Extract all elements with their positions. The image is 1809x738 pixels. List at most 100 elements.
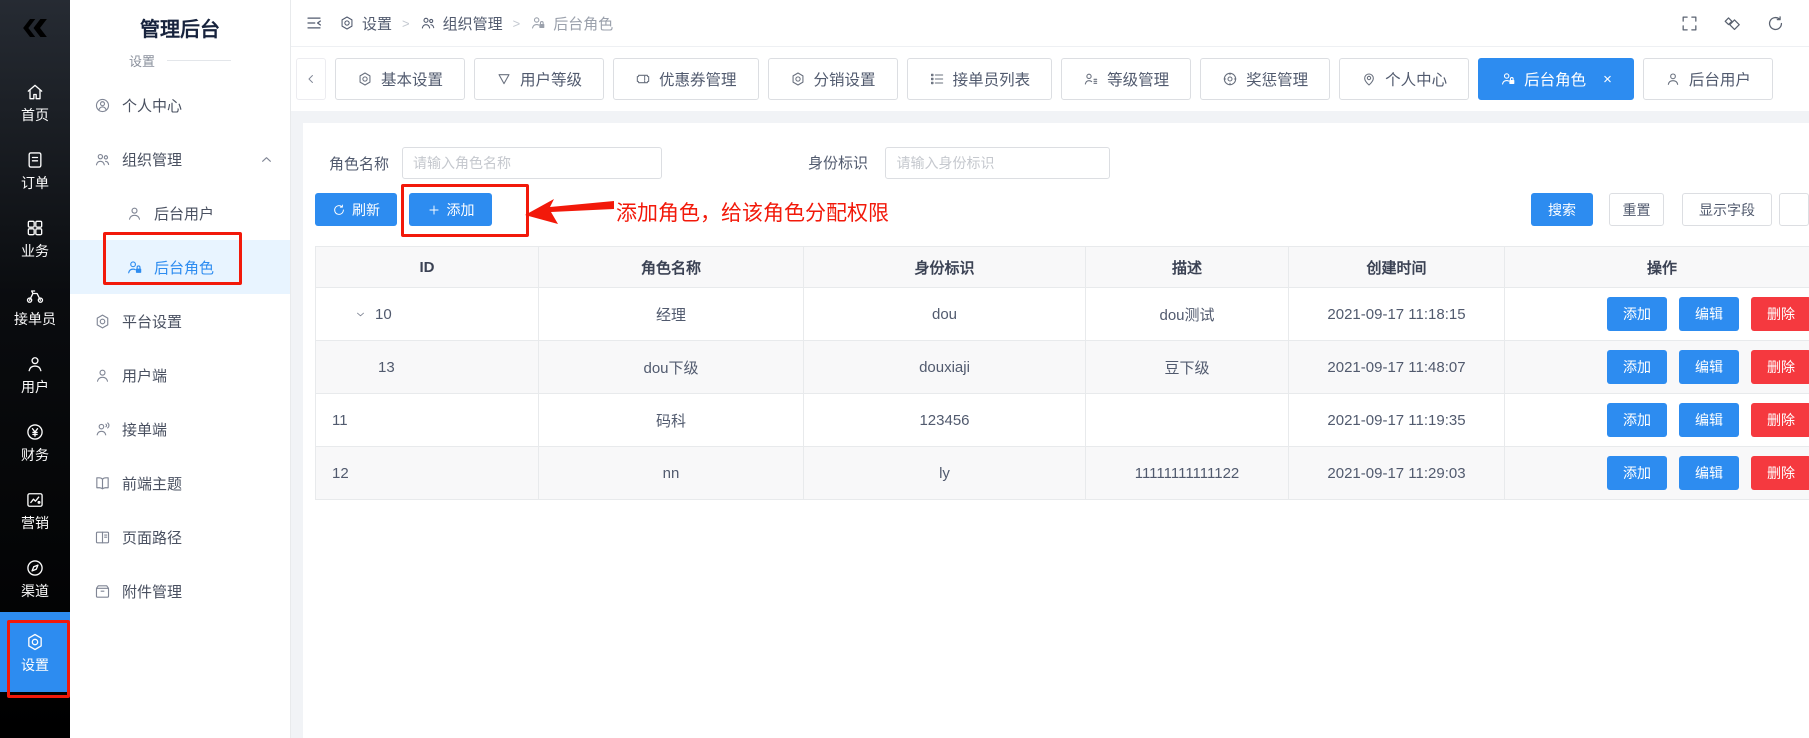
row-delete-button[interactable]: 删除 [1751, 456, 1809, 490]
theme-switch-icon[interactable] [1723, 14, 1742, 33]
column-header: 创建时间 [1289, 247, 1505, 287]
medal-icon [1222, 71, 1238, 87]
chevron-down-icon[interactable] [354, 308, 367, 321]
cell-description: dou测试 [1086, 288, 1289, 340]
plus-icon [427, 203, 441, 217]
sidebar-item-8[interactable]: 页面路径 [70, 510, 290, 564]
row-delete-button[interactable]: 删除 [1751, 350, 1809, 384]
topbar-actions [1680, 14, 1785, 33]
row-edit-button[interactable]: 编辑 [1679, 350, 1739, 384]
tab-1[interactable]: 用户等级 [474, 58, 604, 100]
table-header: ID角色名称身份标识描述创建时间操作 [316, 247, 1809, 287]
tab-8[interactable]: 后台角色 × [1478, 58, 1634, 100]
breadcrumb: 设置 > 组织管理 > 后台角色 [339, 13, 613, 34]
rail-item-8[interactable]: 设置 [0, 612, 70, 692]
clipped-edge-button[interactable] [1779, 193, 1809, 226]
add-button[interactable]: 添加 [409, 193, 492, 226]
sidebar-item-1[interactable]: 组织管理 [70, 132, 290, 186]
cell-role-name: 经理 [539, 288, 804, 340]
rail-item-0[interactable]: 首页 [0, 68, 70, 136]
chevron-left-icon [304, 72, 318, 86]
tab-9[interactable]: 后台用户 [1643, 58, 1773, 100]
role-name-label: 角色名称 [329, 153, 389, 174]
order-icon [25, 150, 45, 170]
sidebar-item-0[interactable]: 个人中心 [70, 78, 290, 132]
chevron-up-icon[interactable] [258, 151, 275, 168]
row-add-button[interactable]: 添加 [1607, 297, 1667, 331]
cell-id: 10 [316, 288, 539, 340]
tab-2[interactable]: 优惠券管理 [613, 58, 759, 100]
gear-icon [790, 71, 806, 87]
table-row: 13 dou下级 douxiaji 豆下级 2021-09-17 11:48:0… [316, 340, 1809, 393]
content: 角色名称 身份标识 刷新 [291, 111, 1809, 738]
row-add-button[interactable]: 添加 [1607, 456, 1667, 490]
row-edit-button[interactable]: 编辑 [1679, 297, 1739, 331]
search-button[interactable]: 搜索 [1531, 193, 1593, 226]
role-name-input[interactable] [402, 147, 662, 179]
row-edit-button[interactable]: 编辑 [1679, 403, 1739, 437]
sidebar-item-5[interactable]: 用户端 [70, 348, 290, 402]
primary-sidebar-items: 首页 订单 业务 接单员 用户 财务 营销 渠道 设置 [0, 56, 70, 692]
row-edit-button[interactable]: 编辑 [1679, 456, 1739, 490]
role-panel: 角色名称 身份标识 刷新 [303, 123, 1809, 738]
user-lock-icon [530, 15, 546, 31]
tab-3[interactable]: 分销设置 [768, 58, 898, 100]
sidebar-menu: 个人中心 组织管理 后台用户 后台角色 平台设置 用户端 接单端 前端主题 页面… [70, 78, 290, 618]
tab-scroll-left-button[interactable] [296, 58, 326, 100]
refresh-icon[interactable] [1766, 14, 1785, 33]
rail-item-5[interactable]: 财务 [0, 408, 70, 476]
row-add-button[interactable]: 添加 [1607, 403, 1667, 437]
roles-table: ID角色名称身份标识描述创建时间操作 10 经理 dou dou测试 2021-… [315, 246, 1809, 500]
identity-input[interactable] [885, 147, 1110, 179]
row-delete-button[interactable]: 删除 [1751, 403, 1809, 437]
app-logo-icon[interactable] [0, 0, 70, 56]
cell-role-name: dou下级 [539, 341, 804, 393]
show-fields-button[interactable]: 显示字段 [1682, 193, 1772, 226]
rail-item-1[interactable]: 订单 [0, 136, 70, 204]
cell-created-time: 2021-09-17 11:29:03 [1289, 447, 1505, 499]
column-header: ID [316, 247, 539, 287]
refresh-icon [332, 203, 346, 217]
sidebar-item-6[interactable]: 接单端 [70, 402, 290, 456]
org-icon [420, 15, 436, 31]
cell-created-time: 2021-09-17 11:48:07 [1289, 341, 1505, 393]
breadcrumb-item-0[interactable]: 设置 [339, 13, 392, 34]
filter-row: 角色名称 身份标识 [303, 147, 1809, 179]
sidebar-item-7[interactable]: 前端主题 [70, 456, 290, 510]
sidebar-item-3[interactable]: 后台角色 [70, 240, 290, 294]
gear-icon [357, 71, 373, 87]
tab-6[interactable]: 奖惩管理 [1200, 58, 1330, 100]
secondary-sidebar: 管理后台 设置 个人中心 组织管理 后台用户 后台角色 平台设置 用户端 接单端… [70, 0, 291, 738]
cell-role-name: nn [539, 447, 804, 499]
column-header: 描述 [1086, 247, 1289, 287]
rail-item-3[interactable]: 接单员 [0, 272, 70, 340]
channel-icon [25, 558, 45, 578]
rail-item-7[interactable]: 渠道 [0, 544, 70, 612]
sidebar-item-4[interactable]: 平台设置 [70, 294, 290, 348]
main-area: 设置 > 组织管理 > 后台角色 基本设置 用户等级 优惠券管理 分销设置 接单… [291, 0, 1809, 738]
table-row: 12 nn ly 11111111111122 2021-09-17 11:29… [316, 446, 1809, 499]
sidebar-item-9[interactable]: 附件管理 [70, 564, 290, 618]
business-icon [25, 218, 45, 238]
tag-icon [496, 71, 512, 87]
rail-item-4[interactable]: 用户 [0, 340, 70, 408]
breadcrumb-item-2[interactable]: 后台角色 [530, 13, 613, 34]
reset-button[interactable]: 重置 [1609, 193, 1664, 226]
tab-5[interactable]: 等级管理 [1061, 58, 1191, 100]
toolbar-right: 搜索 重置 显示字段 [1531, 193, 1809, 226]
rail-item-6[interactable]: 营销 [0, 476, 70, 544]
tab-7[interactable]: 个人中心 [1339, 58, 1469, 100]
tab-4[interactable]: 接单员列表 [907, 58, 1053, 100]
rail-item-2[interactable]: 业务 [0, 204, 70, 272]
fullscreen-icon[interactable] [1680, 14, 1699, 33]
breadcrumb-item-1[interactable]: 组织管理 [420, 13, 503, 34]
close-icon[interactable]: × [1603, 72, 1612, 87]
cell-identity: 123456 [804, 394, 1086, 446]
row-delete-button[interactable]: 删除 [1751, 297, 1809, 331]
menu-fold-icon[interactable] [305, 14, 323, 32]
sidebar-item-2[interactable]: 后台用户 [70, 186, 290, 240]
refresh-button[interactable]: 刷新 [315, 193, 397, 226]
row-add-button[interactable]: 添加 [1607, 350, 1667, 384]
cell-role-name: 码科 [539, 394, 804, 446]
tab-0[interactable]: 基本设置 [335, 58, 465, 100]
